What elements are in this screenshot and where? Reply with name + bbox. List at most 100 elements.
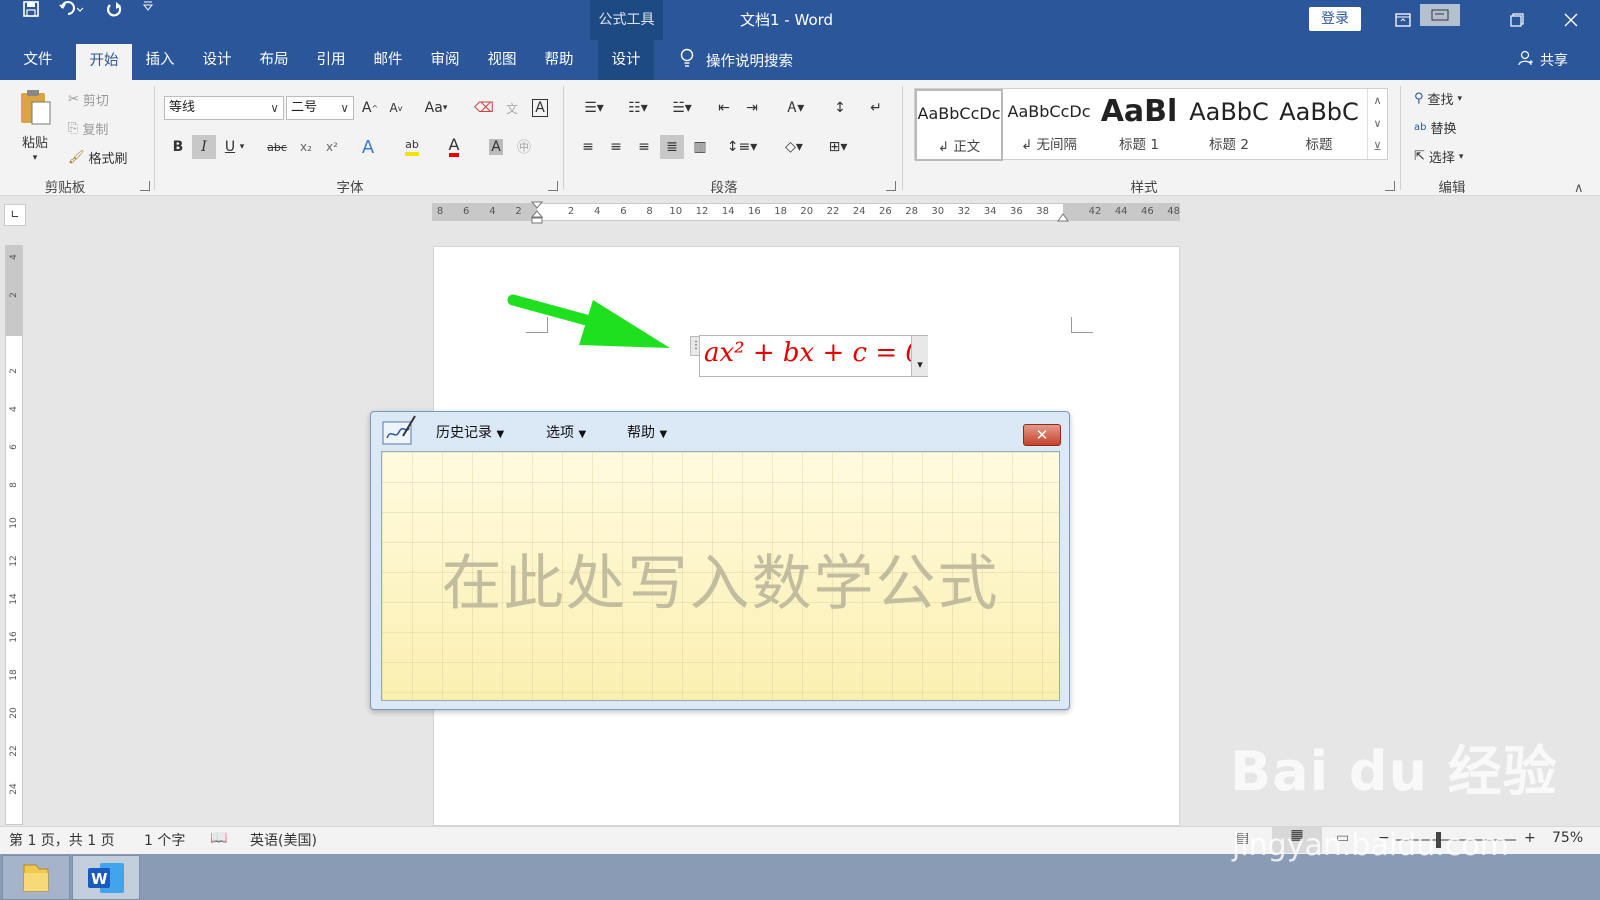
tab-mailings[interactable]: 邮件 [368, 40, 408, 80]
panel-close-button[interactable]: ✕ [1023, 424, 1061, 446]
tab-review[interactable]: 审阅 [425, 40, 465, 80]
bold-button[interactable]: B [166, 135, 190, 159]
styles-launcher-icon[interactable] [1385, 181, 1395, 191]
multilevel-list-icon[interactable]: ☱▾ [664, 96, 700, 120]
styles-gallery[interactable]: AaBbCcDc ↲ 正文 AaBbCcDc ↲ 无间隔 AaBl 标题 1 AaBb… [914, 88, 1388, 161]
tab-design[interactable]: 设计 [197, 40, 237, 80]
change-case-button[interactable]: Aa ▾ [418, 96, 454, 120]
bullets-icon[interactable]: ☰▾ [576, 96, 612, 120]
distributed-icon[interactable]: ▥ [688, 135, 712, 159]
font-color-icon[interactable]: A [442, 135, 466, 159]
tab-view[interactable]: 视图 [482, 40, 522, 80]
style-item-title[interactable]: AaBbC 标题 [1275, 89, 1363, 161]
chevron-down-icon[interactable]: ∨ [270, 97, 279, 119]
superscript-button[interactable]: x² [320, 135, 344, 159]
numbering-icon[interactable]: ☷▾ [620, 96, 656, 120]
ruler-tick-label: 44 [1114, 206, 1128, 217]
tab-home[interactable]: 开始 [76, 44, 132, 80]
chevron-down-icon[interactable]: ∨ [340, 97, 349, 119]
format-painter-button[interactable]: 🖌 格式刷 [68, 148, 128, 167]
vertical-ruler[interactable]: 4 2 2 4 6 8 10 12 14 16 18 20 22 24 [5, 245, 23, 825]
font-name-combo[interactable]: 等线 ∨ [164, 96, 284, 120]
paste-button[interactable]: 粘贴 ▾ [18, 88, 52, 163]
justify-icon[interactable]: ≣ [660, 135, 684, 159]
equation-drag-handle[interactable]: ⋮ [690, 336, 701, 356]
clear-formatting-icon[interactable]: ⌫ [472, 96, 496, 120]
tab-help[interactable]: 帮助 [539, 40, 579, 80]
minimize-icon[interactable] [1420, 4, 1460, 26]
restore-icon[interactable] [1494, 0, 1540, 40]
character-border-icon[interactable]: A [528, 96, 552, 120]
language-indicator[interactable]: 英语(美国) [250, 830, 317, 850]
close-icon[interactable] [1548, 0, 1594, 40]
undo-icon[interactable] [58, 0, 94, 22]
page-count[interactable]: 第 1 页，共 1 页 [9, 830, 115, 850]
tab-equation-design[interactable]: 设计 [598, 40, 654, 80]
chevron-down-icon[interactable]: ▾ [236, 135, 248, 159]
history-menu[interactable]: 历史记录 ▼ [436, 422, 504, 442]
equation-text[interactable]: ax² + bx + c = 0 [704, 338, 922, 368]
highlight-icon[interactable]: ab [400, 135, 424, 159]
increase-indent-icon[interactable]: ⇥ [740, 96, 764, 120]
phonetic-guide-icon[interactable]: 文 [500, 96, 524, 120]
options-menu[interactable]: 选项 ▼ [546, 422, 586, 442]
save-icon[interactable] [22, 0, 40, 22]
proofing-icon[interactable]: 📖 [210, 830, 227, 846]
word-app-icon[interactable]: W [72, 855, 140, 900]
align-right-icon[interactable]: ≡ [632, 135, 656, 159]
login-button[interactable]: 登录 [1309, 7, 1361, 31]
redo-icon[interactable] [104, 0, 124, 24]
customize-qat-icon[interactable] [142, 0, 154, 16]
character-shading-icon[interactable]: A [484, 135, 508, 159]
font-size-combo[interactable]: 二号 ∨ [286, 96, 354, 120]
paragraph-launcher-icon[interactable] [886, 181, 896, 191]
find-button[interactable]: ⚲ 查找 ▾ [1414, 89, 1462, 108]
tab-file[interactable]: 文件 [18, 40, 58, 80]
collapse-ribbon-icon[interactable]: ∧ [1574, 181, 1584, 196]
zoom-in-icon[interactable]: + [1524, 830, 1536, 846]
contextual-tab-label: 公式工具 [598, 12, 655, 28]
subscript-button[interactable]: x₂ [294, 135, 318, 159]
show-marks-icon[interactable]: ↵ [864, 96, 888, 120]
help-menu[interactable]: 帮助 ▼ [627, 422, 667, 442]
enclose-characters-icon[interactable]: ㊥ [512, 135, 536, 159]
tab-selector-icon[interactable]: ∟ [4, 204, 26, 226]
tab-layout[interactable]: 布局 [254, 40, 294, 80]
style-item-no-spacing[interactable]: AaBbCcDc ↲ 无间隔 [1005, 89, 1093, 161]
style-item-heading2[interactable]: AaBbC 标题 2 [1185, 89, 1273, 161]
share-button[interactable]: 共享 [1518, 40, 1568, 80]
line-spacing-icon[interactable]: ↕≡▾ [724, 135, 760, 159]
horizontal-ruler[interactable]: 8 6 4 2 2 4 6 8 10 12 14 16 18 20 22 24 26 28 30 32 34 36 38 42… [432, 201, 1180, 224]
align-center-icon[interactable]: ≡ [604, 135, 628, 159]
indent-marker-icon[interactable] [531, 201, 543, 225]
font-launcher-icon[interactable] [548, 181, 558, 191]
gallery-scroll[interactable]: ∧ ∨ ⊻ [1367, 89, 1387, 159]
group-separator [154, 86, 155, 190]
zoom-level[interactable]: 75% [1552, 830, 1583, 846]
style-item-normal[interactable]: AaBbCcDc ↲ 正文 [915, 89, 1003, 161]
style-item-heading1[interactable]: AaBl 标题 1 [1095, 89, 1183, 161]
italic-button[interactable]: I [192, 135, 216, 159]
word-count[interactable]: 1 个字 [144, 830, 185, 850]
shading-icon[interactable]: ◇▾ [776, 135, 812, 159]
tell-me-search[interactable]: 操作说明搜索 [680, 40, 793, 80]
file-explorer-icon[interactable] [2, 855, 70, 900]
tab-insert[interactable]: 插入 [140, 40, 180, 80]
tab-references[interactable]: 引用 [311, 40, 351, 80]
clipboard-launcher-icon[interactable] [140, 181, 150, 191]
copy-button[interactable]: ⎘ 复制 [68, 119, 108, 138]
sort-icon[interactable]: ↕ [828, 96, 852, 120]
decrease-indent-icon[interactable]: ⇤ [712, 96, 736, 120]
text-effects-icon[interactable]: A [356, 135, 380, 159]
select-button[interactable]: ⇱ 选择 ▾ [1414, 147, 1463, 166]
cut-button[interactable]: ✂ 剪切 [68, 90, 109, 109]
grow-font-icon[interactable]: A ^ [358, 96, 382, 120]
align-left-icon[interactable]: ≡ [576, 135, 600, 159]
right-indent-marker-icon[interactable] [1057, 210, 1069, 222]
borders-icon[interactable]: ⊞▾ [820, 135, 856, 159]
replace-button[interactable]: ab 替换 [1414, 118, 1457, 137]
chinese-layout-icon[interactable]: Ꭺ▾ [778, 96, 814, 120]
equation-options-dropdown[interactable]: ▾ [911, 336, 928, 376]
strikethrough-button[interactable]: abc [262, 135, 292, 159]
shrink-font-icon[interactable]: Av [384, 96, 408, 120]
